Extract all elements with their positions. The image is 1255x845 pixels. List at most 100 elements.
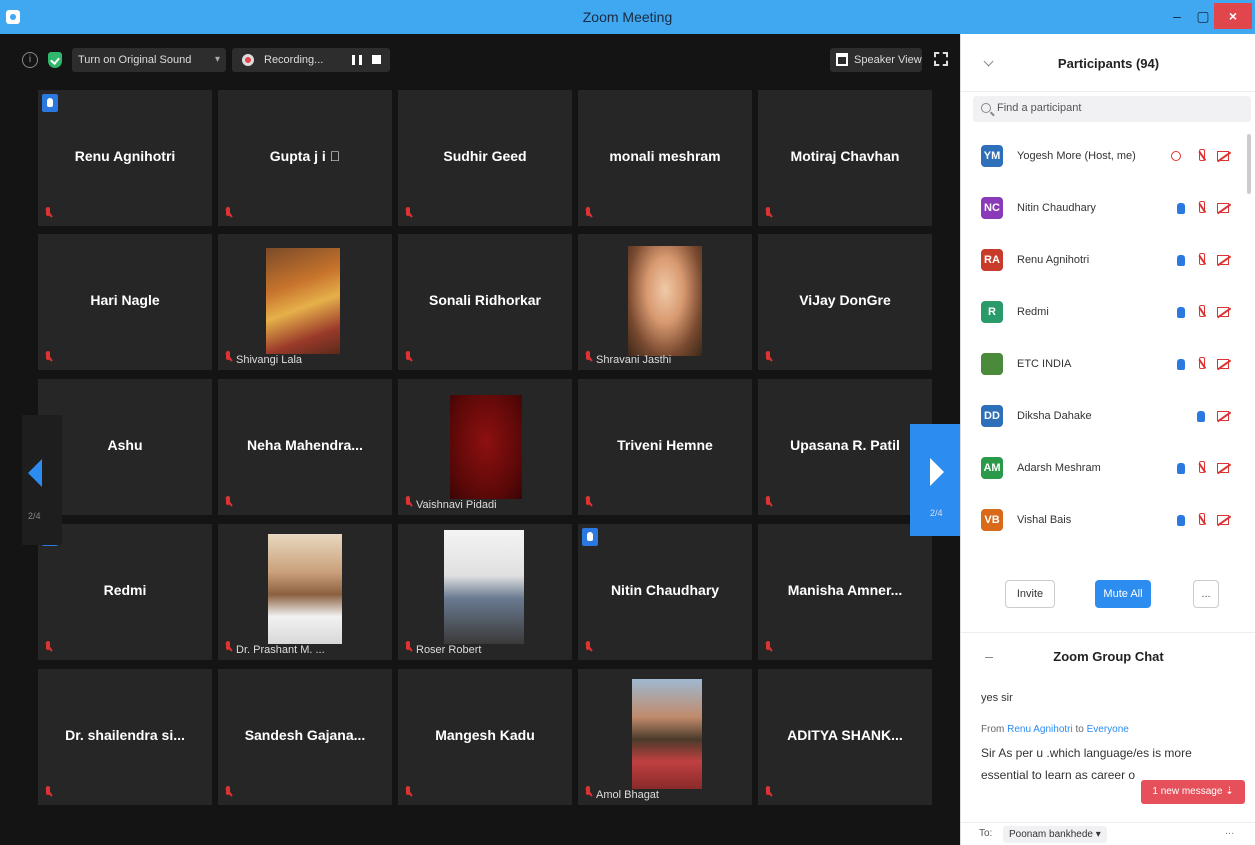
next-page-button[interactable]: 2/4 — [910, 424, 960, 536]
muted-mic-icon[interactable] — [1197, 461, 1206, 475]
participant-row[interactable]: NC Nitin Chaudhary — [961, 186, 1255, 238]
muted-mic-icon[interactable] — [1197, 201, 1206, 215]
participant-tile[interactable]: Nitin Chaudhary — [578, 524, 752, 660]
host-icon — [1171, 151, 1181, 161]
participant-tile[interactable]: Upasana R. Patil — [758, 379, 932, 515]
from-prefix: From — [981, 724, 1008, 735]
participant-row[interactable]: R Redmi — [961, 290, 1255, 342]
participant-row[interactable]: VB Vishal Bais — [961, 498, 1255, 550]
arrow-left-icon — [28, 459, 42, 487]
participant-tile[interactable]: Gupta j i ⃞ — [218, 90, 392, 226]
participant-tile[interactable]: monali meshram — [578, 90, 752, 226]
sender-link[interactable]: Renu Agnihotri — [1007, 724, 1073, 735]
muted-mic-icon — [404, 641, 413, 654]
invite-button[interactable]: Invite — [1005, 580, 1055, 608]
video-off-icon[interactable] — [1217, 151, 1229, 161]
muted-mic-icon — [584, 496, 593, 509]
participant-row[interactable]: ETC INDIA — [961, 342, 1255, 394]
video-off-icon[interactable] — [1217, 203, 1229, 213]
muted-mic-icon[interactable] — [1197, 149, 1206, 163]
muted-mic-icon — [224, 351, 233, 364]
chat-title: Zoom Group Chat — [1053, 649, 1164, 664]
new-message-badge[interactable]: 1 new message ⇣ — [1141, 780, 1245, 804]
participant-tile[interactable]: Vaishnavi Pidadi — [398, 379, 572, 515]
participants-title: Participants (94) — [1057, 56, 1160, 71]
avatar: YM — [981, 145, 1003, 167]
more-button[interactable]: ... — [1193, 580, 1219, 608]
video-off-icon[interactable] — [1217, 307, 1229, 317]
side-panel: Participants (94) Find a participant YM Y… — [960, 34, 1255, 845]
participant-tile[interactable]: Shravani Jasthi — [578, 234, 752, 370]
stop-icon[interactable] — [372, 55, 381, 64]
video-off-icon[interactable] — [1217, 515, 1229, 525]
video-off-icon[interactable] — [1217, 359, 1229, 369]
raise-hand-icon — [1177, 515, 1185, 526]
participant-tile[interactable]: Shivangi Lala — [218, 234, 392, 370]
chevron-down-icon[interactable]: ▾ — [215, 48, 220, 72]
info-icon[interactable]: i — [22, 52, 38, 68]
participant-row[interactable]: AM Adarsh Meshram — [961, 446, 1255, 498]
participant-tile[interactable]: Amol Bhagat — [578, 669, 752, 805]
participant-tile[interactable]: Redmi — [38, 524, 212, 660]
video-off-icon[interactable] — [1217, 411, 1229, 421]
muted-mic-icon — [44, 207, 53, 220]
close-button[interactable]: × — [1214, 3, 1252, 29]
muted-mic-icon[interactable] — [1197, 513, 1206, 527]
participant-tile[interactable]: Manisha Amner... — [758, 524, 932, 660]
video-off-icon[interactable] — [1217, 463, 1229, 473]
participant-name: Motiraj Chavhan — [790, 148, 900, 164]
chat-message: yes sir — [981, 692, 1013, 704]
participant-tile[interactable]: ViJay DonGre — [758, 234, 932, 370]
muted-mic-icon — [764, 351, 773, 364]
muted-mic-icon[interactable] — [1197, 253, 1206, 267]
participant-tile[interactable]: Dr. shailendra si... — [38, 669, 212, 805]
participant-name: Triveni Hemne — [617, 437, 713, 453]
participant-row[interactable]: DD Diksha Dahake — [961, 394, 1255, 446]
raise-hand-icon — [42, 94, 58, 112]
participant-name: Amol Bhagat — [596, 789, 659, 801]
participant-tile[interactable]: Sandesh Gajana... — [218, 669, 392, 805]
title-bar: Zoom Meeting – ▢ × — [0, 0, 1255, 34]
avatar: AM — [981, 457, 1003, 479]
participant-tile[interactable]: Renu Agnihotri — [38, 90, 212, 226]
participant-tile[interactable]: Sonali Ridhorkar — [398, 234, 572, 370]
participant-tile[interactable]: Ashu — [38, 379, 212, 515]
fullscreen-icon[interactable] — [934, 52, 948, 66]
participant-tile[interactable]: Roser Robert — [398, 524, 572, 660]
participant-name: Vaishnavi Pidadi — [416, 499, 497, 511]
participant-tile[interactable]: Triveni Hemne — [578, 379, 752, 515]
speaker-view-button[interactable]: Speaker View — [830, 48, 922, 72]
participant-tile[interactable]: Dr. Prashant M. ... — [218, 524, 392, 660]
chat-more-button[interactable]: ... — [1225, 825, 1234, 837]
participant-list-name: ETC INDIA — [1017, 358, 1072, 370]
raise-hand-icon — [582, 528, 598, 546]
original-sound-button[interactable]: Turn on Original Sound ▾ — [72, 48, 226, 72]
participant-row[interactable]: YM Yogesh More (Host, me) — [961, 134, 1255, 186]
participant-name: Upasana R. Patil — [790, 437, 900, 453]
participant-tile[interactable]: Hari Nagle — [38, 234, 212, 370]
mute-all-button[interactable]: Mute All — [1095, 580, 1151, 608]
participant-scrollbar[interactable] — [1247, 134, 1251, 194]
previous-page-button[interactable]: 2/4 — [22, 415, 62, 545]
muted-mic-icon — [224, 786, 233, 799]
participant-search-input[interactable]: Find a participant — [973, 96, 1251, 122]
recipient-select[interactable]: Poonam bankhede ▾ — [1003, 826, 1107, 843]
participant-name: Nitin Chaudhary — [610, 582, 720, 598]
muted-mic-icon[interactable] — [1197, 357, 1206, 371]
participant-tile[interactable]: Neha Mahendra... — [218, 379, 392, 515]
participant-tile[interactable]: Sudhir Geed — [398, 90, 572, 226]
participant-name: Ashu — [107, 437, 143, 453]
participant-tile[interactable]: Motiraj Chavhan — [758, 90, 932, 226]
participant-tile[interactable]: Mangesh Kadu — [398, 669, 572, 805]
pause-icon[interactable] — [352, 55, 362, 65]
recipient-link[interactable]: Everyone — [1087, 724, 1129, 735]
video-off-icon[interactable] — [1217, 255, 1229, 265]
participant-name: Gupta j i ⃞ — [269, 148, 341, 164]
participant-tile[interactable]: ADITYA SHANK... — [758, 669, 932, 805]
muted-mic-icon — [404, 496, 413, 509]
participant-name: ADITYA SHANK... — [787, 727, 903, 743]
muted-mic-icon[interactable] — [1197, 305, 1206, 319]
page-indicator: 2/4 — [28, 511, 41, 521]
participant-row[interactable]: RA Renu Agnihotri — [961, 238, 1255, 290]
shield-icon[interactable] — [48, 52, 62, 68]
